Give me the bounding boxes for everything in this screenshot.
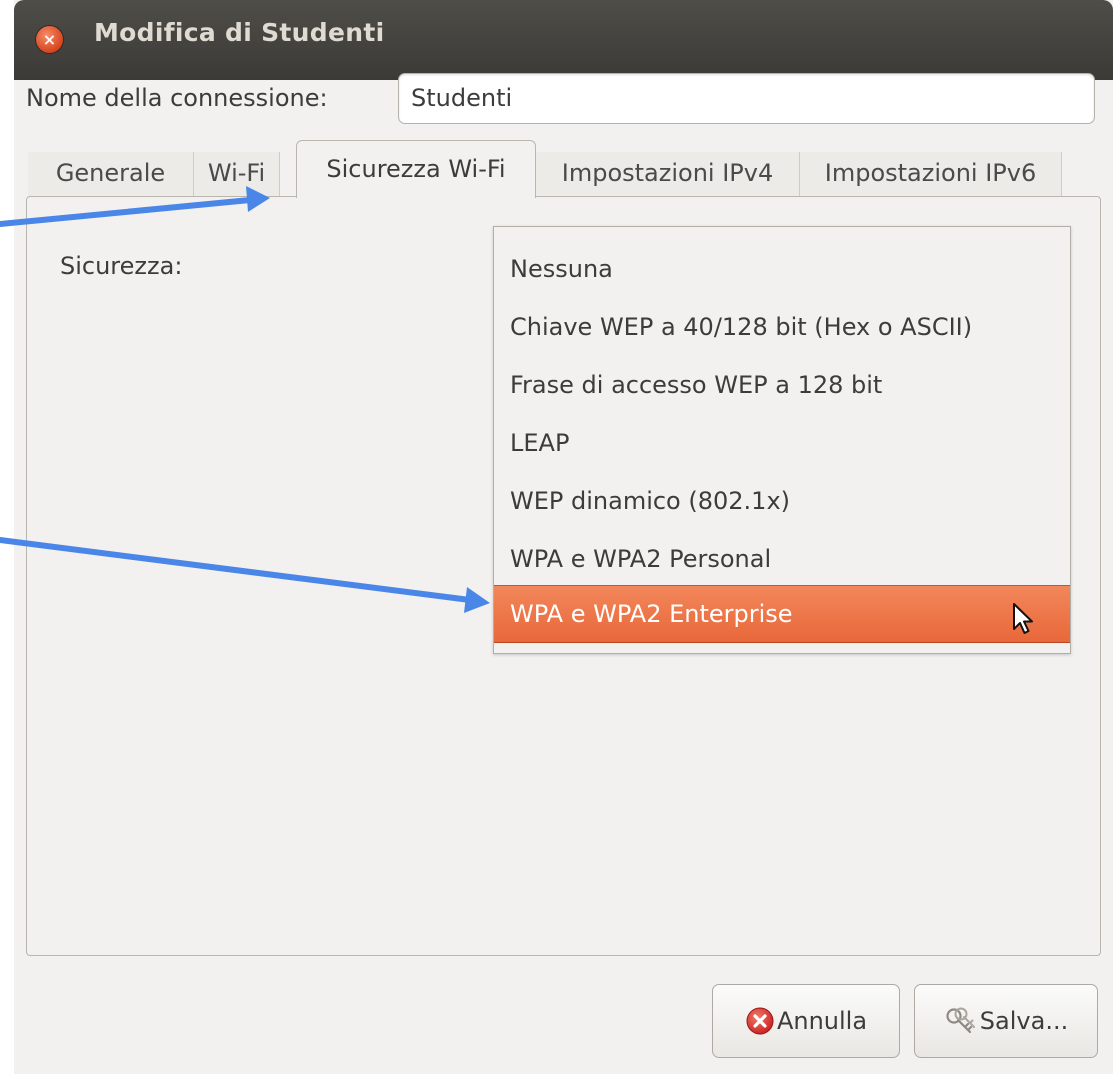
cancel-button[interactable]: Annulla [712, 984, 900, 1058]
close-icon[interactable]: × [36, 26, 63, 53]
mouse-pointer-icon [1013, 603, 1033, 634]
tab-sicurezza-wifi[interactable]: Sicurezza Wi-Fi [296, 140, 536, 198]
tab-impostazioni-ipv6[interactable]: Impostazioni IPv6 [800, 152, 1062, 197]
security-option-wep-passphrase[interactable]: Frase di accesso WEP a 128 bit [494, 357, 1070, 415]
tab-wifi[interactable]: Wi-Fi [194, 152, 280, 197]
security-option-dynamic-wep[interactable]: WEP dinamico (802.1x) [494, 473, 1070, 531]
security-label: Sicurezza: [60, 252, 183, 280]
connection-name-input[interactable]: Studenti [398, 73, 1095, 124]
save-button[interactable]: Salva... [914, 984, 1098, 1058]
cancel-button-label: Annulla [776, 1007, 868, 1035]
security-option-nessuna[interactable]: Nessuna [494, 241, 1070, 299]
security-option-wpa-personal[interactable]: WPA e WPA2 Personal [494, 531, 1070, 589]
tab-impostazioni-ipv4[interactable]: Impostazioni IPv4 [536, 152, 800, 197]
security-dropdown-menu[interactable]: Nessuna Chiave WEP a 40/128 bit (Hex o A… [493, 226, 1071, 654]
dialog-window: × Modifica di Studenti Nome della connes… [14, 0, 1113, 1074]
security-option-leap[interactable]: LEAP [494, 415, 1070, 473]
tab-generale[interactable]: Generale [28, 152, 194, 197]
title-bar[interactable]: × Modifica di Studenti [14, 0, 1113, 80]
window-title: Modifica di Studenti [94, 18, 385, 47]
keys-icon [946, 1007, 975, 1034]
close-circle-icon [746, 1007, 774, 1035]
connection-name-label: Nome della connessione: [26, 84, 328, 112]
security-option-wpa-enterprise[interactable]: WPA e WPA2 Enterprise [494, 585, 1070, 643]
save-button-label: Salva... [979, 1007, 1069, 1035]
security-option-wpa-enterprise-label: WPA e WPA2 Enterprise [510, 600, 793, 628]
security-option-wep-key[interactable]: Chiave WEP a 40/128 bit (Hex o ASCII) [494, 299, 1070, 357]
